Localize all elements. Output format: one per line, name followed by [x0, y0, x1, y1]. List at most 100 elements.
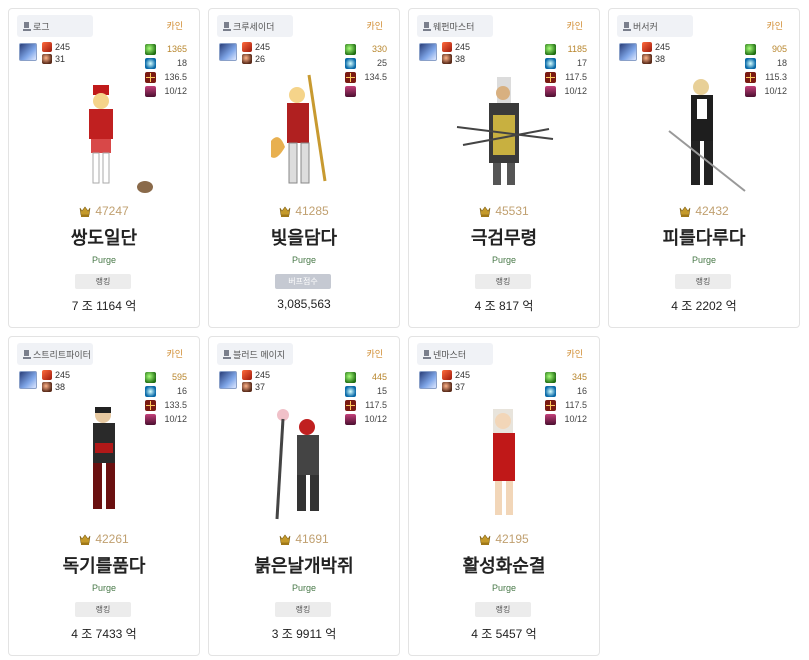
server-label: 카인	[166, 349, 183, 359]
pet-level-value: 38	[655, 54, 666, 64]
server-label: 카인	[766, 21, 783, 31]
character-name[interactable]: 붉은날개박쥐	[209, 552, 399, 578]
pet-icon	[442, 382, 452, 392]
stat-value: 445	[371, 372, 387, 382]
character-sprite	[456, 77, 554, 185]
guild-name[interactable]: Purge	[209, 255, 399, 265]
character-card[interactable]: 크루세이더 카인 245 26 330 25 134.5 41285 빛을담다 …	[208, 8, 400, 328]
ranking-badge[interactable]: 랭킹	[475, 602, 531, 617]
job-icon	[223, 349, 231, 359]
pet-row: 38	[642, 54, 665, 64]
blue-star-icon	[745, 57, 756, 69]
character-card[interactable]: 로그 카인 245 31 1365 18 136.5 10/12 47247 쌍…	[8, 8, 200, 328]
level-row: 245	[442, 42, 470, 52]
avatar	[619, 43, 637, 61]
guild-name[interactable]: Purge	[609, 255, 799, 265]
stat-value: 16	[576, 386, 587, 396]
job-label: 넨마스터	[433, 349, 467, 360]
fame-value: 41285	[295, 204, 329, 218]
avatar	[19, 371, 37, 389]
character-name[interactable]: 활성화순결	[409, 552, 599, 578]
ranking-badge[interactable]: 랭킹	[75, 274, 131, 289]
guild-name[interactable]: Purge	[9, 255, 199, 265]
fame-value: 42261	[95, 532, 129, 546]
stat-row: 18	[145, 56, 187, 70]
pet-row: 37	[442, 382, 465, 392]
level-icon	[242, 370, 252, 380]
ranking-badge[interactable]: 랭킹	[475, 274, 531, 289]
ranking-badge[interactable]: 랭킹	[275, 602, 331, 617]
stat-row: 16	[545, 384, 587, 398]
level-icon	[442, 42, 452, 52]
guild-name[interactable]: Purge	[209, 583, 399, 593]
stat-value: 136.5	[164, 72, 187, 82]
blue-star-icon	[345, 385, 356, 397]
level-icon	[42, 42, 52, 52]
ranking-badge[interactable]: 버프점수	[275, 274, 331, 289]
job-icon	[23, 349, 31, 359]
stat-value: 18	[176, 58, 187, 68]
job-icon	[623, 21, 631, 31]
pet-row: 26	[242, 54, 265, 64]
stat-value: 10/12	[364, 414, 387, 424]
stat-row: 1365	[145, 42, 187, 56]
stat-value: 17	[576, 58, 587, 68]
character-name[interactable]: 피를다루다	[609, 224, 799, 250]
character-name[interactable]: 극검무령	[409, 224, 599, 250]
job-tag: 웨펀마스터	[417, 15, 493, 37]
ranking-badge[interactable]: 랭킹	[675, 274, 731, 289]
guild-name[interactable]: Purge	[9, 583, 199, 593]
job-tag: 크루세이더	[217, 15, 293, 37]
pet-icon	[642, 54, 652, 64]
stat-value: 25	[376, 58, 387, 68]
fame-row: 45531	[409, 204, 599, 218]
damage-value: 4 조 2202 억	[671, 299, 737, 313]
avatar	[219, 43, 237, 61]
pet-row: 38	[442, 54, 465, 64]
level-row: 245	[442, 370, 470, 380]
stat-row: 905	[745, 42, 787, 56]
stat-value: 16	[176, 386, 187, 396]
blue-star-icon	[145, 385, 156, 397]
job-tag: 블러드 메이지	[217, 343, 293, 365]
character-sprite	[271, 74, 327, 184]
job-label: 스트리트파이터	[33, 349, 91, 360]
stat-value: 1365	[166, 44, 187, 54]
character-name[interactable]: 쌍도일단	[9, 224, 199, 250]
fame-row: 41691	[209, 532, 399, 546]
guild-name[interactable]: Purge	[409, 583, 599, 593]
character-card[interactable]: 버서커 카인 245 38 905 18 115.3 10/12 42432 피…	[608, 8, 800, 328]
level-value: 245	[255, 42, 271, 52]
character-card[interactable]: 넨마스터 카인 245 37 345 16 117.5 10/12 42195 …	[408, 336, 600, 656]
fame-crest-icon	[480, 534, 491, 545]
stat-row: 595	[145, 370, 187, 384]
level-icon	[642, 42, 652, 52]
guild-name[interactable]: Purge	[409, 255, 599, 265]
stat-row: 445	[345, 370, 387, 384]
character-name[interactable]: 빛을담다	[209, 224, 399, 250]
avatar	[19, 43, 37, 61]
ranking-badge[interactable]: 랭킹	[75, 602, 131, 617]
pet-row: 31	[42, 54, 65, 64]
blue-star-icon	[545, 57, 556, 69]
blue-star-icon	[145, 57, 156, 69]
character-sprite	[93, 407, 115, 509]
pet-row: 38	[42, 382, 65, 392]
fame-row: 42432	[609, 204, 799, 218]
job-icon	[223, 21, 231, 31]
character-card[interactable]: 웨펀마스터 카인 245 38 1185 17 117.5 10/12 4553…	[408, 8, 600, 328]
green-orb-icon	[345, 43, 356, 55]
level-icon	[442, 370, 452, 380]
pet-row: 37	[242, 382, 265, 392]
stat-value: 10/12	[564, 86, 587, 96]
stat-value: 10/12	[164, 86, 187, 96]
green-orb-icon	[745, 43, 756, 55]
fame-value: 41691	[295, 532, 329, 546]
character-name[interactable]: 독기를품다	[9, 552, 199, 578]
stat-value: 595	[171, 372, 187, 382]
stat-value: 134.5	[364, 72, 387, 82]
character-card[interactable]: 블러드 메이지 카인 245 37 445 15 117.5 10/12 416…	[208, 336, 400, 656]
server-label: 카인	[366, 349, 383, 359]
character-card[interactable]: 스트리트파이터 카인 245 38 595 16 133.5 10/12 422…	[8, 336, 200, 656]
level-value: 245	[655, 42, 671, 52]
